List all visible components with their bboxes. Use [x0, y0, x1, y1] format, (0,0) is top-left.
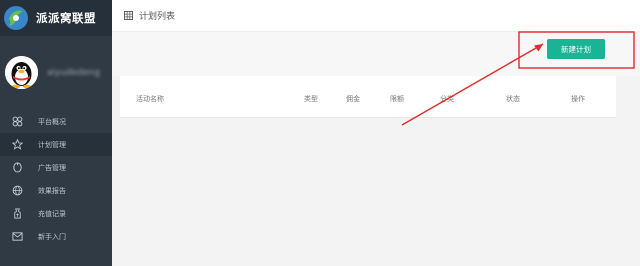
column-header-name: 活动名称 [136, 95, 164, 103]
sidebar: 派派窝联盟 aiyudedeng 平台概况 计划管理 广告管理 效果报告 充值记… [0, 0, 112, 266]
globe-icon [12, 185, 23, 196]
grid-icon [124, 11, 133, 20]
sidebar-item-deposits[interactable]: 充值记录 [0, 202, 112, 225]
deposit-icon [12, 208, 23, 219]
column-header-limit: 限额 [390, 95, 404, 103]
sidebar-item-label: 新手入门 [38, 232, 66, 241]
main-content: 计划列表 新建计划 活动名称 类型 佣金 限额 分类 状态 操作 [112, 0, 640, 266]
new-plan-button[interactable]: 新建计划 [547, 39, 605, 59]
column-header-type: 类型 [304, 95, 318, 103]
brand-name: 派派窝联盟 [36, 11, 96, 25]
sidebar-item-label: 广告管理 [38, 163, 66, 172]
page-title: 计划列表 [139, 12, 176, 22]
plans-table: 活动名称 类型 佣金 限额 分类 状态 操作 [120, 76, 616, 118]
profile: aiyudedeng [5, 56, 100, 89]
column-header-commission: 佣金 [346, 95, 360, 103]
sidebar-item-ads[interactable]: 广告管理 [0, 156, 112, 179]
page-header: 计划列表 [112, 0, 640, 32]
sidebar-item-label: 效果报告 [38, 186, 66, 195]
username: aiyudedeng [47, 67, 100, 78]
toolbar: 新建计划 [112, 32, 640, 76]
sidebar-item-reports[interactable]: 效果报告 [0, 179, 112, 202]
penguin-avatar-icon [5, 56, 38, 89]
ad-icon [12, 162, 23, 173]
column-header-category: 分类 [440, 95, 454, 103]
sidebar-item-label: 充值记录 [38, 209, 66, 218]
column-header-actions: 操作 [571, 95, 585, 103]
column-header-status: 状态 [506, 95, 520, 103]
star-icon [12, 139, 23, 150]
sidebar-item-getting-started[interactable]: 新手入门 [0, 225, 112, 248]
logo-icon [4, 6, 28, 30]
dashboard-icon [12, 116, 23, 127]
mail-icon [12, 231, 23, 242]
sidebar-nav: 平台概况 计划管理 广告管理 效果报告 充值记录 新手入门 [0, 110, 112, 248]
sidebar-item-label: 计划管理 [38, 140, 66, 149]
brand-bar[interactable]: 派派窝联盟 [0, 0, 112, 36]
sidebar-item-label: 平台概况 [38, 117, 66, 126]
sidebar-item-overview[interactable]: 平台概况 [0, 110, 112, 133]
sidebar-item-plans[interactable]: 计划管理 [0, 133, 112, 156]
avatar[interactable] [5, 56, 38, 89]
